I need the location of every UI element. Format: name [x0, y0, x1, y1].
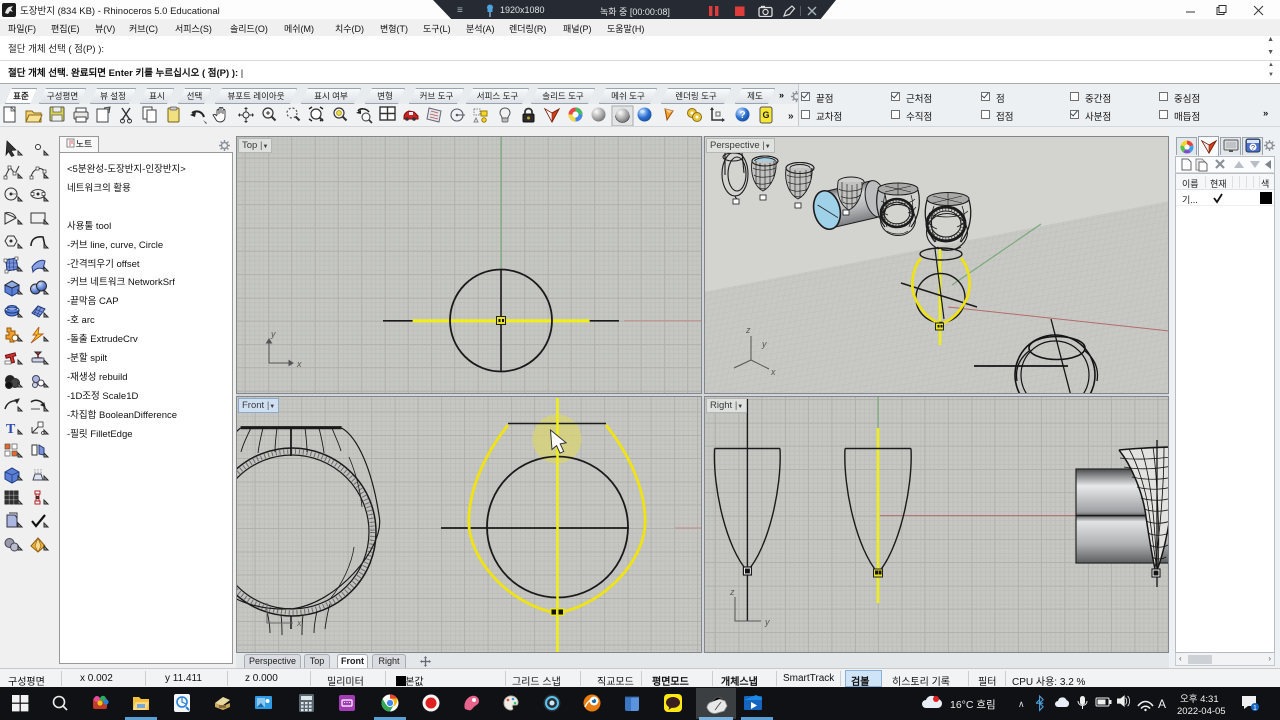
svg-text:?: ? [1251, 145, 1255, 152]
svg-text:∧: ∧ [1018, 699, 1025, 709]
svg-text:오후 4:31: 오후 4:31 [1180, 694, 1219, 705]
svg-text:y: y [764, 617, 770, 627]
svg-text:z: z [745, 325, 751, 335]
svg-text:T: T [6, 422, 16, 437]
svg-text:y: y [761, 339, 767, 349]
svg-text:z: z [729, 587, 735, 597]
svg-text:x: x [770, 367, 776, 377]
svg-text:G: G [762, 110, 769, 120]
svg-text:A: A [1158, 697, 1166, 711]
svg-text:?: ? [739, 110, 745, 121]
svg-text:1: 1 [1253, 705, 1257, 712]
svg-text:x: x [296, 359, 302, 369]
svg-text:»: » [788, 111, 794, 122]
svg-text:2022-04-05: 2022-04-05 [1177, 706, 1226, 717]
svg-text:16°C 흐림: 16°C 흐림 [950, 699, 996, 711]
svg-text:x: x [296, 618, 302, 628]
svg-text:y: y [270, 329, 276, 339]
